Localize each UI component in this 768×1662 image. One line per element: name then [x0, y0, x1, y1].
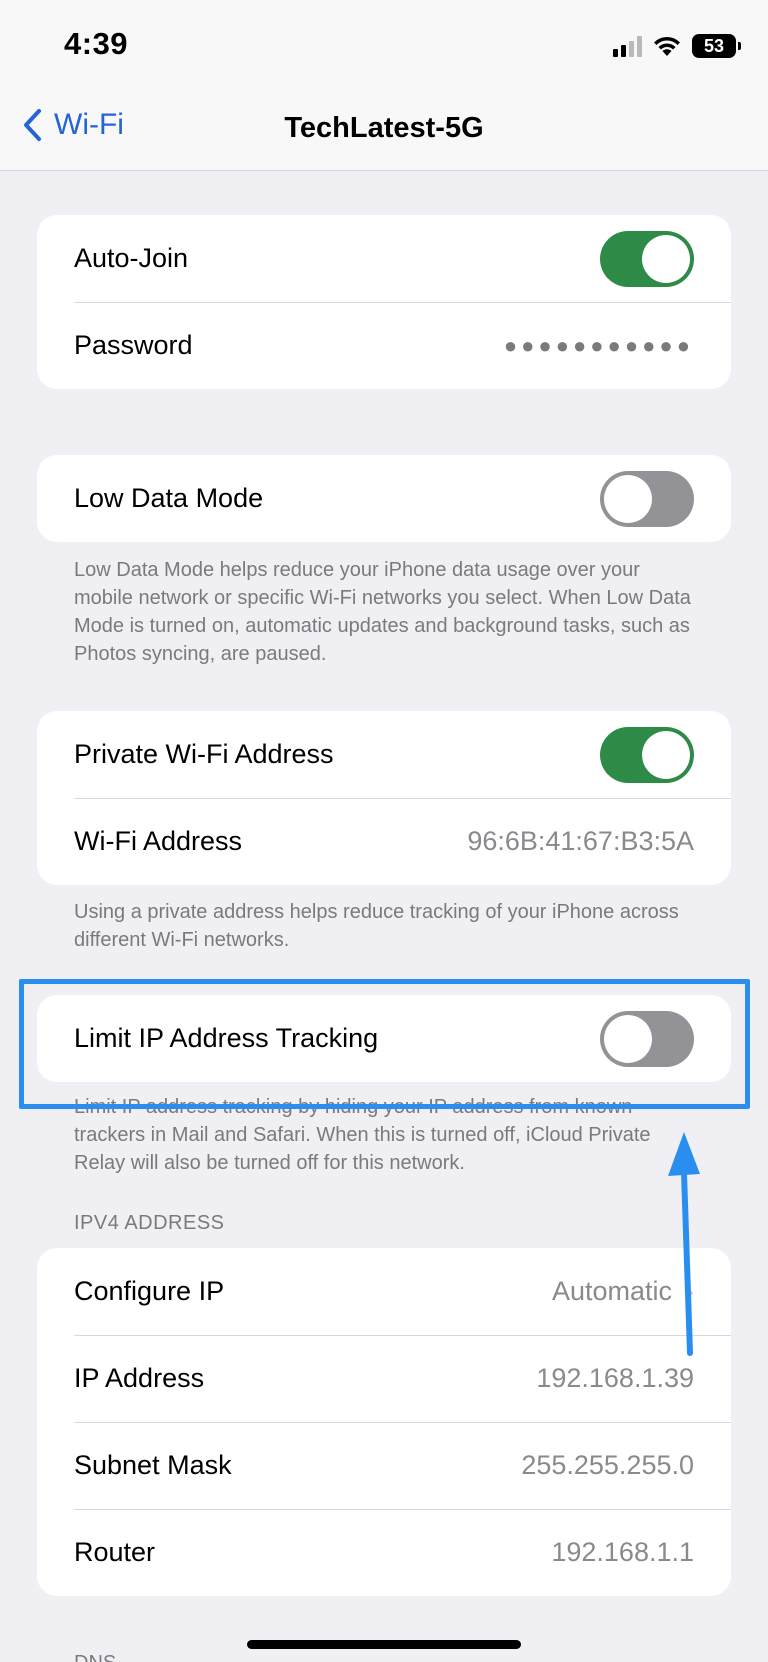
password-label: Password — [74, 330, 193, 360]
subnet-mask-value: 255.255.255.0 — [521, 1450, 694, 1480]
configure-ip-row[interactable]: Configure IP Automatic › — [37, 1248, 731, 1335]
status-time: 4:39 — [64, 26, 129, 61]
router-row: Router 192.168.1.1 — [37, 1509, 731, 1596]
wifi-network-settings-screen: 4:39 53 Wi-Fi TechLatest-5G Auto-Join Pa… — [0, 0, 768, 1662]
subnet-mask-label: Subnet Mask — [74, 1450, 232, 1480]
wifi-address-row: Wi-Fi Address 96:6B:41:67:B3:5A — [37, 798, 731, 885]
dns-section-header: DNS — [74, 1652, 116, 1662]
private-wifi-address-label: Private Wi-Fi Address — [74, 739, 334, 769]
wifi-address-label: Wi-Fi Address — [74, 826, 243, 856]
password-value: ●●●●●●●●●●● — [503, 332, 694, 358]
auto-join-toggle[interactable] — [600, 230, 694, 287]
low-data-mode-row: Low Data Mode — [37, 455, 731, 542]
header: 4:39 53 Wi-Fi TechLatest-5G — [0, 0, 768, 171]
ip-address-row: IP Address 192.168.1.39 — [37, 1335, 731, 1422]
ip-address-label: IP Address — [74, 1363, 205, 1393]
ipv4-group: Configure IP Automatic › IP Address 192.… — [37, 1248, 731, 1596]
ipv4-section-header: IPV4 ADDRESS — [74, 1212, 225, 1234]
private-wifi-address-toggle[interactable] — [600, 726, 694, 783]
battery-icon: 53 — [692, 34, 741, 58]
low-data-mode-toggle[interactable] — [600, 470, 694, 527]
wifi-address-value: 96:6B:41:67:B3:5A — [467, 826, 694, 856]
auto-join-row: Auto-Join — [37, 215, 731, 302]
wifi-icon — [652, 35, 682, 57]
configure-ip-label: Configure IP — [74, 1276, 225, 1306]
annotation-arrow-icon — [668, 1132, 700, 1356]
auto-join-password-group: Auto-Join Password ●●●●●●●●●●● — [37, 215, 731, 389]
low-data-mode-label: Low Data Mode — [74, 483, 264, 513]
router-label: Router — [74, 1537, 156, 1567]
home-indicator — [247, 1640, 521, 1649]
page-title: TechLatest-5G — [284, 112, 484, 144]
subnet-mask-row: Subnet Mask 255.255.255.0 — [37, 1422, 731, 1509]
status-icons: 53 — [613, 30, 741, 62]
low-data-mode-group: Low Data Mode — [37, 455, 731, 542]
private-address-group: Private Wi-Fi Address Wi-Fi Address 96:6… — [37, 711, 731, 885]
auto-join-label: Auto-Join — [74, 243, 189, 273]
annotation-highlight-box — [19, 979, 750, 1109]
router-value: 192.168.1.1 — [551, 1537, 694, 1567]
private-wifi-address-row: Private Wi-Fi Address — [37, 711, 731, 798]
cellular-signal-icon — [613, 35, 642, 57]
configure-ip-value: Automatic — [551, 1276, 672, 1306]
low-data-mode-footnote: Low Data Mode helps reduce your iPhone d… — [74, 559, 691, 665]
ip-address-value: 192.168.1.39 — [536, 1363, 694, 1393]
private-address-footnote: Using a private address helps reduce tra… — [74, 901, 679, 951]
password-row[interactable]: Password ●●●●●●●●●●● — [37, 302, 731, 389]
